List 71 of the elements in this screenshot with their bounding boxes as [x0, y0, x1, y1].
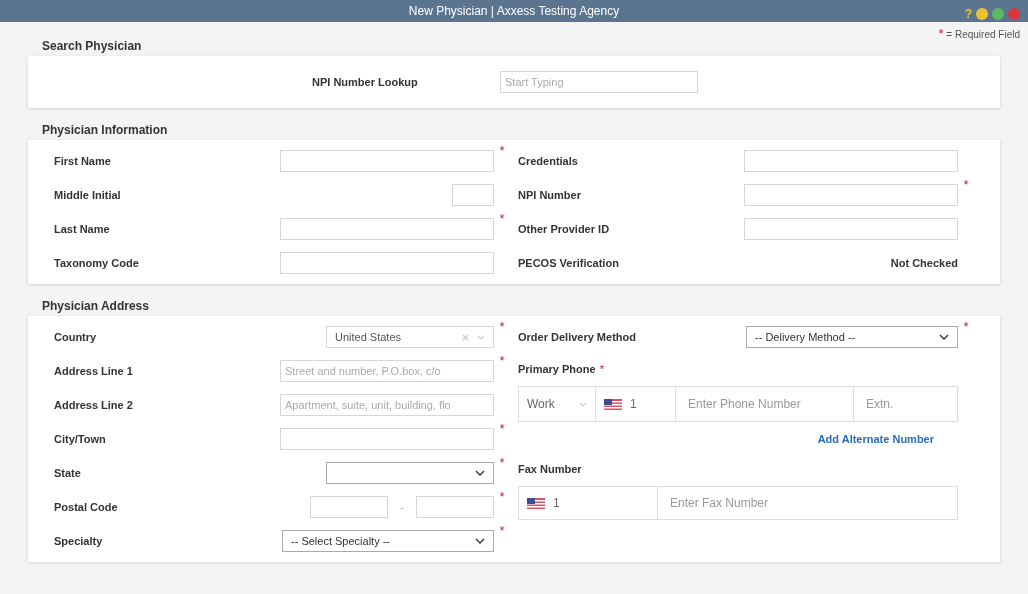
chevron-down-icon: [477, 334, 485, 340]
field-label: Middle Initial: [54, 187, 122, 203]
text-input[interactable]: [280, 428, 494, 450]
field-label: Order Delivery Method: [518, 329, 637, 345]
required-mark: *: [963, 177, 969, 192]
required-mark: *: [499, 211, 505, 226]
lookup-input[interactable]: Start Typing: [500, 71, 698, 93]
field-label: Country: [54, 329, 98, 345]
section-title: Search Physician: [41, 38, 143, 55]
field-label: First Name: [54, 153, 112, 169]
required-mark: *: [499, 421, 505, 436]
field-label: Specialty: [54, 533, 104, 549]
text-input[interactable]: [280, 150, 494, 172]
required-mark: *: [963, 319, 969, 334]
extension-input[interactable]: Extn.: [854, 386, 958, 422]
text-input[interactable]: [280, 218, 494, 240]
minimize-button[interactable]: [976, 8, 988, 20]
dropdown-select[interactable]: -- Select Specialty --: [282, 530, 494, 552]
field-label: Taxonomy Code: [54, 255, 140, 271]
text-input[interactable]: [744, 184, 958, 206]
section-title: Physician Information: [41, 122, 169, 139]
required-mark: *: [499, 143, 505, 158]
required-mark: *: [499, 319, 505, 334]
dropdown-select[interactable]: [326, 462, 494, 484]
field-label: Postal Code: [54, 499, 119, 515]
country-code-select[interactable]: 1: [596, 386, 676, 422]
field-label: Primary Phone: [518, 361, 596, 377]
required-mark: *: [599, 361, 604, 377]
dropdown-select[interactable]: -- Delivery Method --: [746, 326, 958, 348]
text-input[interactable]: [280, 252, 494, 274]
fax-input[interactable]: Enter Fax Number: [658, 486, 958, 520]
clear-icon[interactable]: [462, 333, 469, 341]
section-title: Physician Address: [41, 298, 150, 315]
field-label: Credentials: [518, 153, 579, 169]
field-label: Address Line 2: [54, 397, 134, 413]
field-label: PECOS Verification: [518, 255, 620, 271]
flag-icon: [604, 398, 622, 410]
required-mark: *: [499, 353, 505, 368]
field-label: Fax Number: [518, 461, 582, 477]
field-label: NPI Number Lookup: [312, 74, 419, 90]
phone-type-select[interactable]: Work: [518, 386, 596, 422]
chevron-down-icon: [579, 401, 587, 407]
country-select[interactable]: United States: [326, 326, 494, 348]
field-label: State: [54, 465, 82, 481]
maximize-button[interactable]: [992, 8, 1004, 20]
text-input[interactable]: [416, 496, 494, 518]
required-mark: *: [499, 455, 505, 470]
window-title: New Physician | Axxess Testing Agency: [408, 3, 620, 20]
required-mark: *: [499, 489, 505, 504]
field-label: Other Provider ID: [518, 221, 611, 237]
separator: -: [400, 499, 404, 515]
text-input[interactable]: Apartment, suite, unit, building, flo: [280, 394, 494, 416]
required-mark: *: [499, 523, 505, 538]
text-input[interactable]: Street and number, P.O.box, c/o: [280, 360, 494, 382]
country-code-select[interactable]: 1: [518, 486, 658, 520]
text-input[interactable]: [744, 218, 958, 240]
phone-input[interactable]: Enter Phone Number: [676, 386, 854, 422]
add-number-link[interactable]: Add Alternate Number: [817, 430, 934, 448]
text-input[interactable]: [452, 184, 494, 206]
field-label: Address Line 1: [54, 363, 134, 379]
chevron-down-icon: [939, 334, 949, 340]
close-button[interactable]: [1008, 8, 1020, 20]
chevron-down-icon: [475, 470, 485, 476]
flag-icon: [527, 497, 545, 509]
field-label: NPI Number: [518, 187, 582, 203]
field-label: City/Town: [54, 431, 107, 447]
status-value: Not Checked: [890, 255, 958, 271]
text-input[interactable]: [310, 496, 389, 518]
field-label: Last Name: [54, 221, 111, 237]
text-input[interactable]: [744, 150, 958, 172]
chevron-down-icon: [475, 538, 485, 544]
